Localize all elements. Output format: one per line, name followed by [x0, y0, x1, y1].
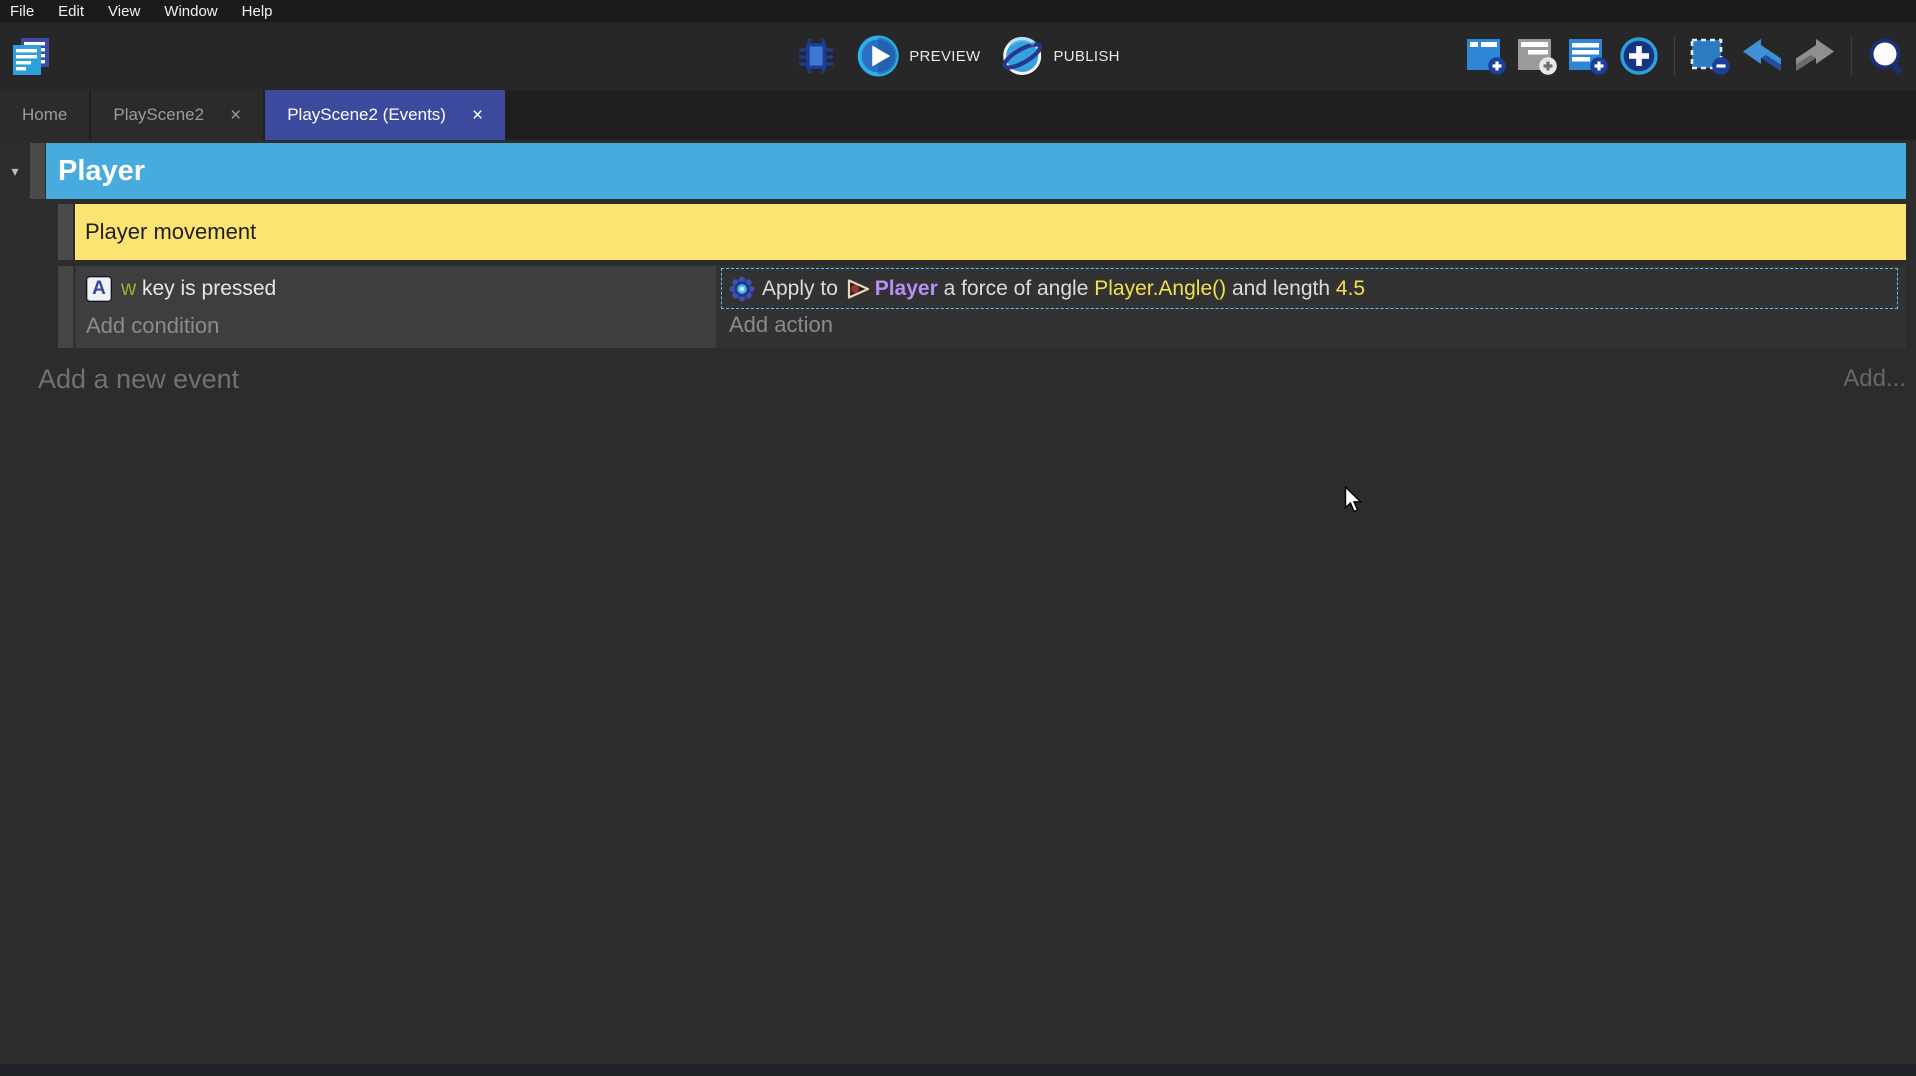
- redo-icon[interactable]: [1793, 36, 1837, 76]
- delete-selection-icon[interactable]: [1689, 36, 1731, 76]
- publish-button[interactable]: PUBLISH: [1000, 34, 1119, 78]
- text-part: a force of angle: [938, 277, 1094, 301]
- toolbar-separator: [1851, 36, 1852, 76]
- text-part: Player.Angle(): [1094, 277, 1226, 301]
- group-drag-handle[interactable]: [30, 143, 45, 199]
- events-sheet: ▾ Player Player movement Aw key is press…: [0, 140, 1916, 1064]
- undo-icon[interactable]: [1740, 36, 1784, 76]
- force-gear-icon: [729, 276, 762, 302]
- add-more-button[interactable]: Add...: [1843, 365, 1906, 393]
- group-title: Player: [58, 155, 145, 188]
- search-icon[interactable]: [1866, 35, 1908, 77]
- text-part: 4.5: [1336, 277, 1365, 301]
- text-part: Player: [875, 277, 938, 301]
- collapse-arrow-icon[interactable]: ▾: [0, 143, 30, 199]
- close-icon[interactable]: ×: [472, 106, 483, 125]
- menu-file[interactable]: File: [10, 3, 34, 20]
- add-subevent-icon[interactable]: [1516, 36, 1558, 76]
- text-part: Apply to: [762, 277, 844, 301]
- tab-label: PlayScene2: [113, 105, 204, 125]
- gdevelop-window: File Edit View Window Help: [0, 0, 1916, 1076]
- condition-item[interactable]: Aw key is pressed: [86, 271, 716, 307]
- comment-block[interactable]: Player movement: [75, 204, 1906, 260]
- action-item-selected[interactable]: Apply to Player a force of angle Player.…: [721, 268, 1898, 309]
- publish-globe-icon: [1000, 34, 1044, 78]
- tab-home[interactable]: Home: [0, 90, 89, 140]
- actions-column: Apply to Player a force of angle Player.…: [716, 266, 1906, 348]
- event-group-header[interactable]: Player: [46, 143, 1906, 199]
- window-bottom-edge: [0, 1064, 1916, 1076]
- player-object-icon: [844, 277, 875, 301]
- tab-bar: Home PlayScene2 × PlayScene2 (Events) ×: [0, 90, 1916, 140]
- event-block: Aw key is pressed Add condition Apply to…: [58, 266, 1906, 348]
- keyboard-key-icon: A: [86, 276, 112, 302]
- tab-label: PlayScene2 (Events): [287, 105, 446, 125]
- event-group-row: ▾ Player: [0, 143, 1906, 199]
- project-manager-icon[interactable]: [8, 33, 54, 79]
- menu-bar: File Edit View Window Help: [0, 0, 1916, 22]
- comment-drag-handle[interactable]: [58, 204, 73, 260]
- preview-play-icon: [856, 34, 900, 78]
- add-action-button[interactable]: Add action: [729, 312, 833, 338]
- text-part: key is pressed: [136, 277, 276, 301]
- add-comment-icon[interactable]: [1567, 36, 1609, 76]
- menu-window[interactable]: Window: [164, 3, 217, 20]
- close-icon[interactable]: ×: [230, 106, 241, 125]
- comment-text: Player movement: [85, 219, 256, 245]
- main-toolbar: PREVIEW PUBLISH: [0, 22, 1916, 90]
- menu-view[interactable]: View: [108, 3, 140, 20]
- conditions-column: Aw key is pressed Add condition: [76, 266, 716, 348]
- publish-label: PUBLISH: [1053, 48, 1119, 65]
- tab-label: Home: [22, 105, 67, 125]
- add-condition-button[interactable]: Add condition: [86, 313, 716, 339]
- new-event-row: Add a new event Add...: [0, 360, 1916, 398]
- debug-icon[interactable]: [796, 36, 836, 76]
- preview-button[interactable]: PREVIEW: [856, 34, 980, 78]
- tab-playscene2-events[interactable]: PlayScene2 (Events) ×: [265, 90, 505, 140]
- add-new-event-button[interactable]: Add a new event: [38, 364, 239, 395]
- preview-label: PREVIEW: [909, 48, 980, 65]
- tab-playscene2[interactable]: PlayScene2 ×: [91, 90, 263, 140]
- choose-add-event-icon[interactable]: [1618, 35, 1660, 77]
- toolbar-separator: [1674, 36, 1675, 76]
- text-part: and length: [1226, 277, 1336, 301]
- add-event-icon[interactable]: [1465, 36, 1507, 76]
- comment-row: Player movement: [58, 204, 1906, 260]
- menu-help[interactable]: Help: [242, 3, 273, 20]
- menu-edit[interactable]: Edit: [58, 3, 84, 20]
- event-drag-handle[interactable]: [58, 266, 73, 348]
- text-part: w: [121, 277, 136, 301]
